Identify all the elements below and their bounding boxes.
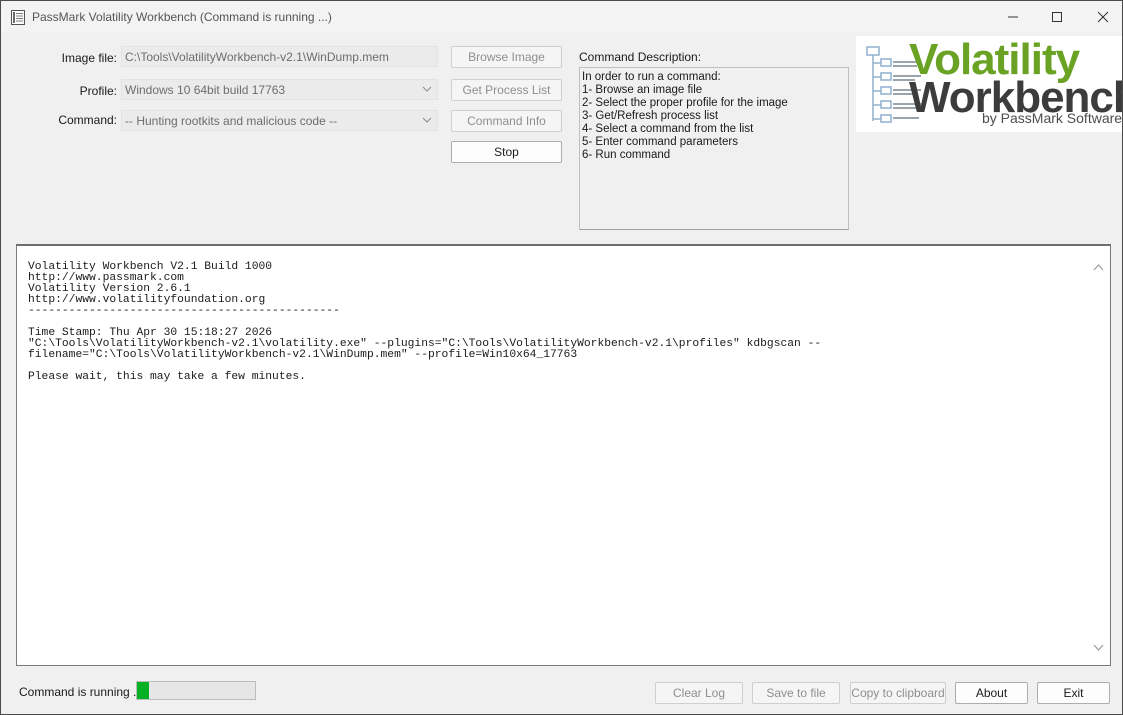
scroll-up-arrow-icon[interactable] xyxy=(1093,264,1104,271)
copy-to-clipboard-button[interactable]: Copy to clipboard xyxy=(850,682,946,704)
description-line: 4- Select a command from the list xyxy=(582,123,754,135)
volatility-workbench-logo: Volatility Workbench by PassMark Softwar… xyxy=(856,36,1123,132)
maximize-icon xyxy=(1052,12,1062,22)
close-button[interactable] xyxy=(1080,1,1122,33)
logo-byline: by PassMark Software xyxy=(982,110,1123,126)
log-line: Please wait, this may take a few minutes… xyxy=(28,371,306,383)
command-select[interactable]: -- Hunting rootkits and malicious code -… xyxy=(121,110,438,131)
chevron-down-icon xyxy=(422,86,432,92)
description-line: 2- Select the proper profile for the ima… xyxy=(582,97,788,109)
profile-select[interactable]: Windows 10 64bit build 17763 xyxy=(121,79,438,100)
minimize-button[interactable] xyxy=(990,1,1036,33)
clear-log-button[interactable]: Clear Log xyxy=(655,682,743,704)
app-window: PassMark Volatility Workbench (Command i… xyxy=(0,0,1123,715)
progress-bar xyxy=(136,681,256,700)
minimize-icon xyxy=(1008,16,1018,18)
description-line: 3- Get/Refresh process list xyxy=(582,110,719,122)
browse-image-button[interactable]: Browse Image xyxy=(451,46,562,68)
save-to-file-button[interactable]: Save to file xyxy=(752,682,840,704)
command-label: Command: xyxy=(58,113,117,127)
description-line: 5- Enter command parameters xyxy=(582,136,738,148)
description-line: 6- Run command xyxy=(582,149,671,161)
command-description-label: Command Description: xyxy=(579,50,702,64)
scroll-down-arrow-icon[interactable] xyxy=(1093,644,1104,651)
progress-fill xyxy=(137,682,149,699)
profile-value: Windows 10 64bit build 17763 xyxy=(125,83,286,97)
command-value: -- Hunting rootkits and malicious code -… xyxy=(125,114,338,128)
profile-label: Profile: xyxy=(79,84,117,98)
log-text: Volatility Workbench V2.1 Build 1000 htt… xyxy=(28,261,821,383)
description-line: 1- Browse an image file xyxy=(582,84,703,96)
log-output[interactable]: Volatility Workbench V2.1 Build 1000 htt… xyxy=(16,244,1111,666)
get-process-list-button[interactable]: Get Process List xyxy=(451,79,562,101)
title-bar[interactable]: PassMark Volatility Workbench (Command i… xyxy=(1,1,1122,33)
command-info-button[interactable]: Command Info xyxy=(451,110,562,132)
about-button[interactable]: About xyxy=(955,682,1028,704)
status-text: Command is running ... xyxy=(19,685,144,699)
image-file-value: C:\Tools\VolatilityWorkbench-v2.1\WinDum… xyxy=(125,50,389,64)
log-line: filename="C:\Tools\VolatilityWorkbench-v… xyxy=(28,349,578,361)
log-line: ----------------------------------------… xyxy=(28,305,340,317)
chevron-down-icon xyxy=(422,117,432,123)
close-icon xyxy=(1097,11,1109,23)
description-line: In order to run a command: xyxy=(582,71,721,83)
exit-button[interactable]: Exit xyxy=(1037,682,1110,704)
stop-button[interactable]: Stop xyxy=(451,141,562,163)
maximize-button[interactable] xyxy=(1034,1,1080,33)
app-icon xyxy=(11,10,25,25)
image-file-field[interactable]: C:\Tools\VolatilityWorkbench-v2.1\WinDum… xyxy=(121,46,438,67)
image-file-label: Image file: xyxy=(61,51,117,65)
window-title: PassMark Volatility Workbench (Command i… xyxy=(32,10,332,24)
command-description-box[interactable]: In order to run a command: 1- Browse an … xyxy=(579,67,849,230)
